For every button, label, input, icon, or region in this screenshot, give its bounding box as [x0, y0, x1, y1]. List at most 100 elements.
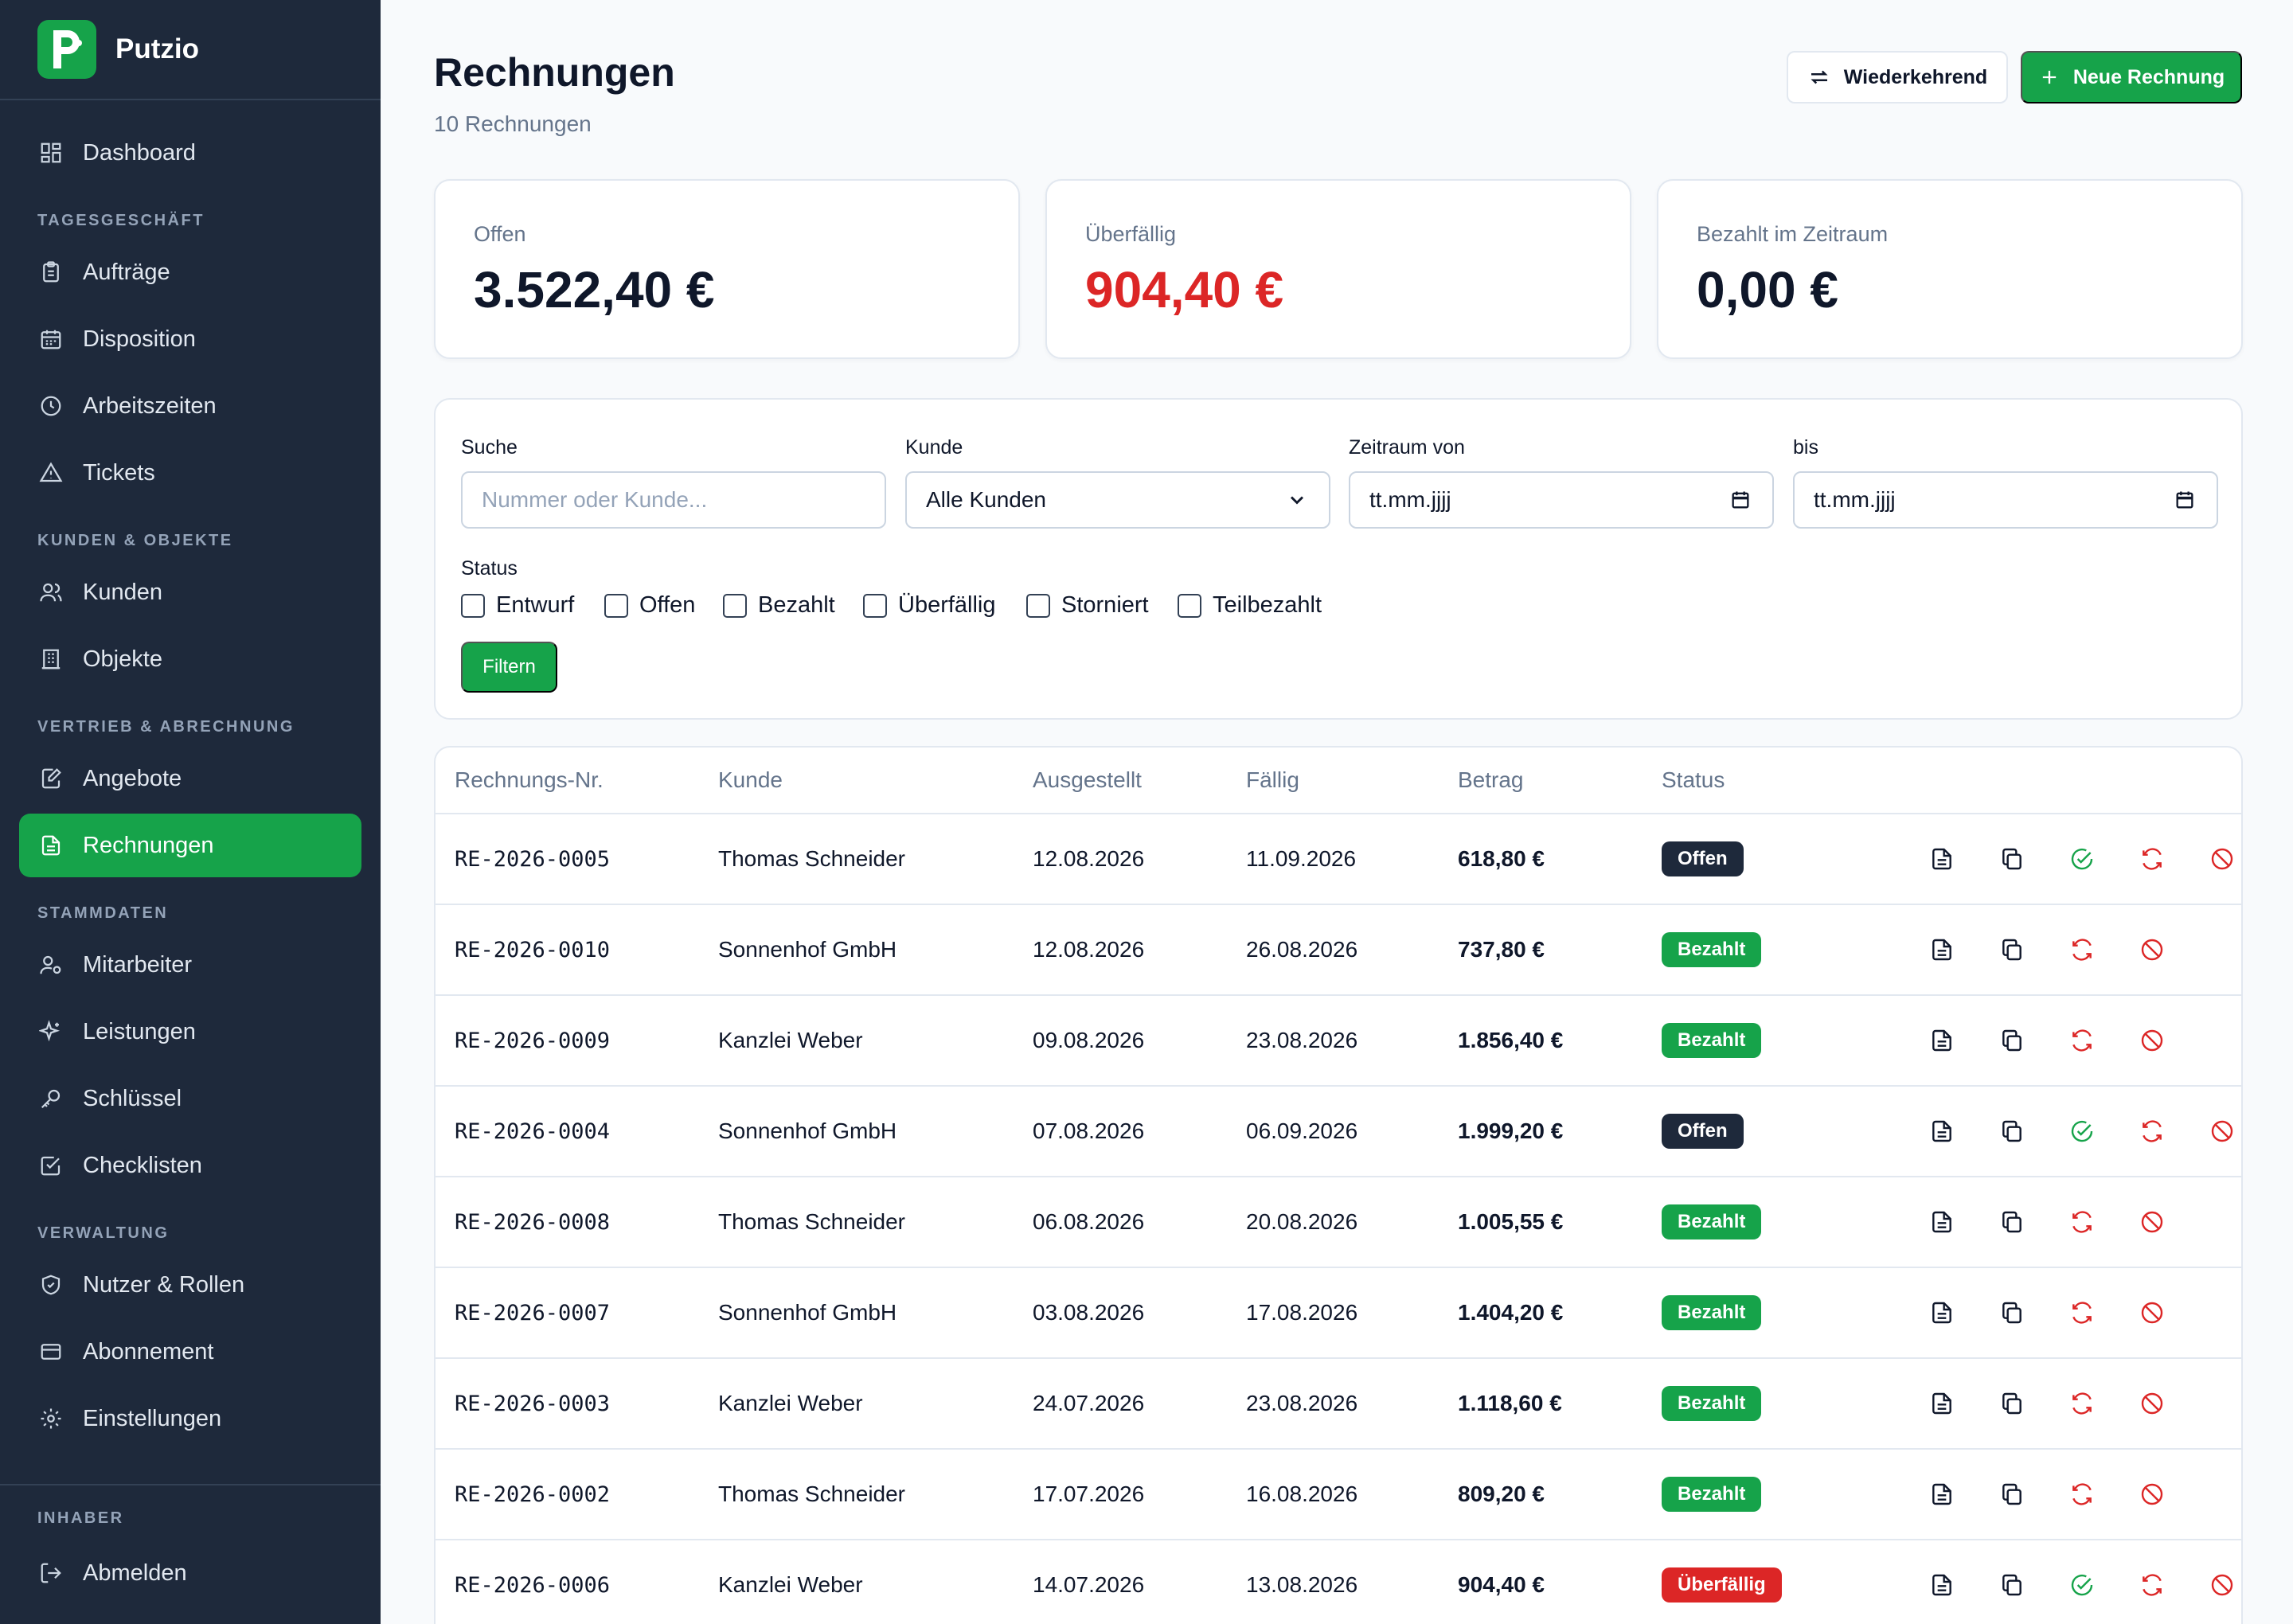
cancel-invoice-button[interactable] — [2208, 1571, 2236, 1599]
checkbox[interactable] — [1178, 593, 1201, 618]
recurring-button[interactable] — [2068, 1026, 2096, 1055]
checkbox[interactable] — [1026, 593, 1050, 618]
invoice-number-cell[interactable]: RE-2026-0002 — [455, 1450, 610, 1539]
open-pdf-button[interactable] — [1928, 1117, 1956, 1146]
table-row[interactable]: RE-2026-0006 Kanzlei Weber 14.07.2026 13.08… — [436, 1540, 2241, 1624]
checkbox[interactable] — [604, 593, 628, 618]
search-input[interactable]: Nummer oder Kunde... — [461, 471, 886, 529]
mark-paid-button[interactable] — [2068, 845, 2096, 873]
cancel-invoice-button[interactable] — [2138, 1026, 2166, 1055]
cancel-invoice-button[interactable] — [2138, 935, 2166, 964]
calendar-icon[interactable] — [2174, 489, 2196, 511]
customer-select[interactable]: Alle Kunden — [905, 471, 1330, 529]
calendar-icon[interactable] — [1729, 489, 1752, 511]
date-to-input[interactable]: tt.mm.jjjj — [1793, 471, 2218, 529]
sidebar-item-abonnement[interactable]: Abonnement — [19, 1320, 361, 1384]
open-pdf-button[interactable] — [1928, 1208, 1956, 1236]
status-checkbox-teilbezahlt[interactable]: Teilbezahlt — [1178, 592, 1322, 619]
table-row[interactable]: RE-2026-0009 Kanzlei Weber 09.08.2026 23.08… — [436, 996, 2241, 1087]
status-checkbox-offen[interactable]: Offen — [604, 592, 695, 619]
table-row[interactable]: RE-2026-0005 Thomas Schneider 12.08.2026 11… — [436, 814, 2241, 905]
duplicate-button[interactable] — [1998, 1208, 2026, 1236]
logout-icon — [37, 1560, 64, 1587]
open-pdf-button[interactable] — [1928, 1480, 1956, 1509]
recurring-button[interactable] — [2068, 1208, 2096, 1236]
duplicate-button[interactable] — [1998, 1571, 2026, 1599]
checkbox[interactable] — [461, 593, 485, 618]
duplicate-button[interactable] — [1998, 1117, 2026, 1146]
open-pdf-button[interactable] — [1928, 1026, 1956, 1055]
duplicate-button[interactable] — [1998, 1298, 2026, 1327]
invoice-number-cell[interactable]: RE-2026-0003 — [455, 1359, 610, 1448]
recurring-button[interactable] — [2138, 1571, 2166, 1599]
sidebar-item-dashboard[interactable]: Dashboard — [19, 121, 361, 185]
filter-button[interactable]: Filtern — [461, 642, 557, 693]
table-row[interactable]: RE-2026-0003 Kanzlei Weber 24.07.2026 23.08… — [436, 1359, 2241, 1450]
status-checkbox-entwurf[interactable]: Entwurf — [461, 592, 574, 619]
invoice-number-cell[interactable]: RE-2026-0007 — [455, 1268, 610, 1357]
brand[interactable]: Putzio — [0, 0, 381, 100]
table-row[interactable]: RE-2026-0010 Sonnenhof GmbH 12.08.2026 26.0… — [436, 905, 2241, 996]
status-checkbox-bezahlt[interactable]: Bezahlt — [723, 592, 835, 619]
duplicate-button[interactable] — [1998, 1389, 2026, 1418]
sidebar-item-rechnungen[interactable]: Rechnungen — [19, 814, 361, 877]
sidebar-item-disposition[interactable]: Disposition — [19, 307, 361, 371]
cancel-invoice-button[interactable] — [2208, 845, 2236, 873]
open-pdf-button[interactable] — [1928, 1389, 1956, 1418]
recurring-button[interactable] — [2138, 845, 2166, 873]
open-pdf-button[interactable] — [1928, 1571, 1956, 1599]
sidebar-item-tickets[interactable]: Tickets — [19, 441, 361, 505]
open-pdf-button[interactable] — [1928, 1298, 1956, 1327]
sidebar-item-auftraege[interactable]: Aufträge — [19, 240, 361, 304]
invoice-number-cell[interactable]: RE-2026-0010 — [455, 905, 610, 994]
sidebar-item-einstellungen[interactable]: Einstellungen — [19, 1387, 361, 1450]
customer-cell: Sonnenhof GmbH — [718, 937, 897, 962]
mark-paid-button[interactable] — [2068, 1117, 2096, 1146]
duplicate-button[interactable] — [1998, 935, 2026, 964]
date-from-input[interactable]: tt.mm.jjjj — [1349, 471, 1774, 529]
sidebar-item-kunden[interactable]: Kunden — [19, 560, 361, 624]
recurring-button[interactable] — [2068, 935, 2096, 964]
sidebar-item-schluessel[interactable]: Schlüssel — [19, 1067, 361, 1130]
customer-cell: Thomas Schneider — [718, 1482, 906, 1506]
sidebar-item-abmelden[interactable]: Abmelden — [19, 1541, 361, 1605]
recurring-button[interactable] — [2068, 1480, 2096, 1509]
invoice-number-cell[interactable]: RE-2026-0004 — [455, 1087, 610, 1176]
table-row[interactable]: RE-2026-0007 Sonnenhof GmbH 03.08.2026 17.0… — [436, 1268, 2241, 1359]
cancel-invoice-button[interactable] — [2138, 1480, 2166, 1509]
sidebar-item-leistungen[interactable]: Leistungen — [19, 1000, 361, 1064]
cancel-invoice-button[interactable] — [2138, 1208, 2166, 1236]
open-pdf-button[interactable] — [1928, 845, 1956, 873]
issued-date-cell: 14.07.2026 — [1033, 1572, 1145, 1597]
cancel-invoice-button[interactable] — [2138, 1389, 2166, 1418]
open-pdf-button[interactable] — [1928, 935, 1956, 964]
invoice-number-cell[interactable]: RE-2026-0005 — [455, 814, 610, 904]
sidebar-item-arbeitszeiten[interactable]: Arbeitszeiten — [19, 374, 361, 438]
new-invoice-button[interactable]: Neue Rechnung — [2021, 51, 2242, 103]
sidebar-item-checklisten[interactable]: Checklisten — [19, 1134, 361, 1197]
duplicate-button[interactable] — [1998, 1026, 2026, 1055]
checkbox[interactable] — [863, 593, 887, 618]
recurring-button[interactable] — [2068, 1298, 2096, 1327]
sidebar-item-objekte[interactable]: Objekte — [19, 627, 361, 691]
table-row[interactable]: RE-2026-0004 Sonnenhof GmbH 07.08.2026 06.0… — [436, 1087, 2241, 1177]
duplicate-button[interactable] — [1998, 845, 2026, 873]
sidebar-item-mitarbeiter[interactable]: Mitarbeiter — [19, 933, 361, 997]
table-row[interactable]: RE-2026-0002 Thomas Schneider 17.07.2026 16… — [436, 1450, 2241, 1540]
recurring-button[interactable]: Wiederkehrend — [1787, 51, 2008, 103]
checkbox[interactable] — [723, 593, 747, 618]
sidebar-item-nutzer-rollen[interactable]: Nutzer & Rollen — [19, 1253, 361, 1317]
cancel-invoice-button[interactable] — [2208, 1117, 2236, 1146]
sidebar-item-angebote[interactable]: Angebote — [19, 747, 361, 810]
mark-paid-button[interactable] — [2068, 1571, 2096, 1599]
recurring-button[interactable] — [2138, 1117, 2166, 1146]
invoice-number-cell[interactable]: RE-2026-0009 — [455, 996, 610, 1085]
duplicate-button[interactable] — [1998, 1480, 2026, 1509]
status-checkbox-storniert[interactable]: Storniert — [1026, 592, 1149, 619]
status-checkbox-ueberfaellig[interactable]: Überfällig — [863, 592, 996, 619]
cancel-invoice-button[interactable] — [2138, 1298, 2166, 1327]
table-row[interactable]: RE-2026-0008 Thomas Schneider 06.08.2026 20… — [436, 1177, 2241, 1268]
invoice-number-cell[interactable]: RE-2026-0006 — [455, 1540, 610, 1624]
recurring-button[interactable] — [2068, 1389, 2096, 1418]
invoice-number-cell[interactable]: RE-2026-0008 — [455, 1177, 610, 1267]
